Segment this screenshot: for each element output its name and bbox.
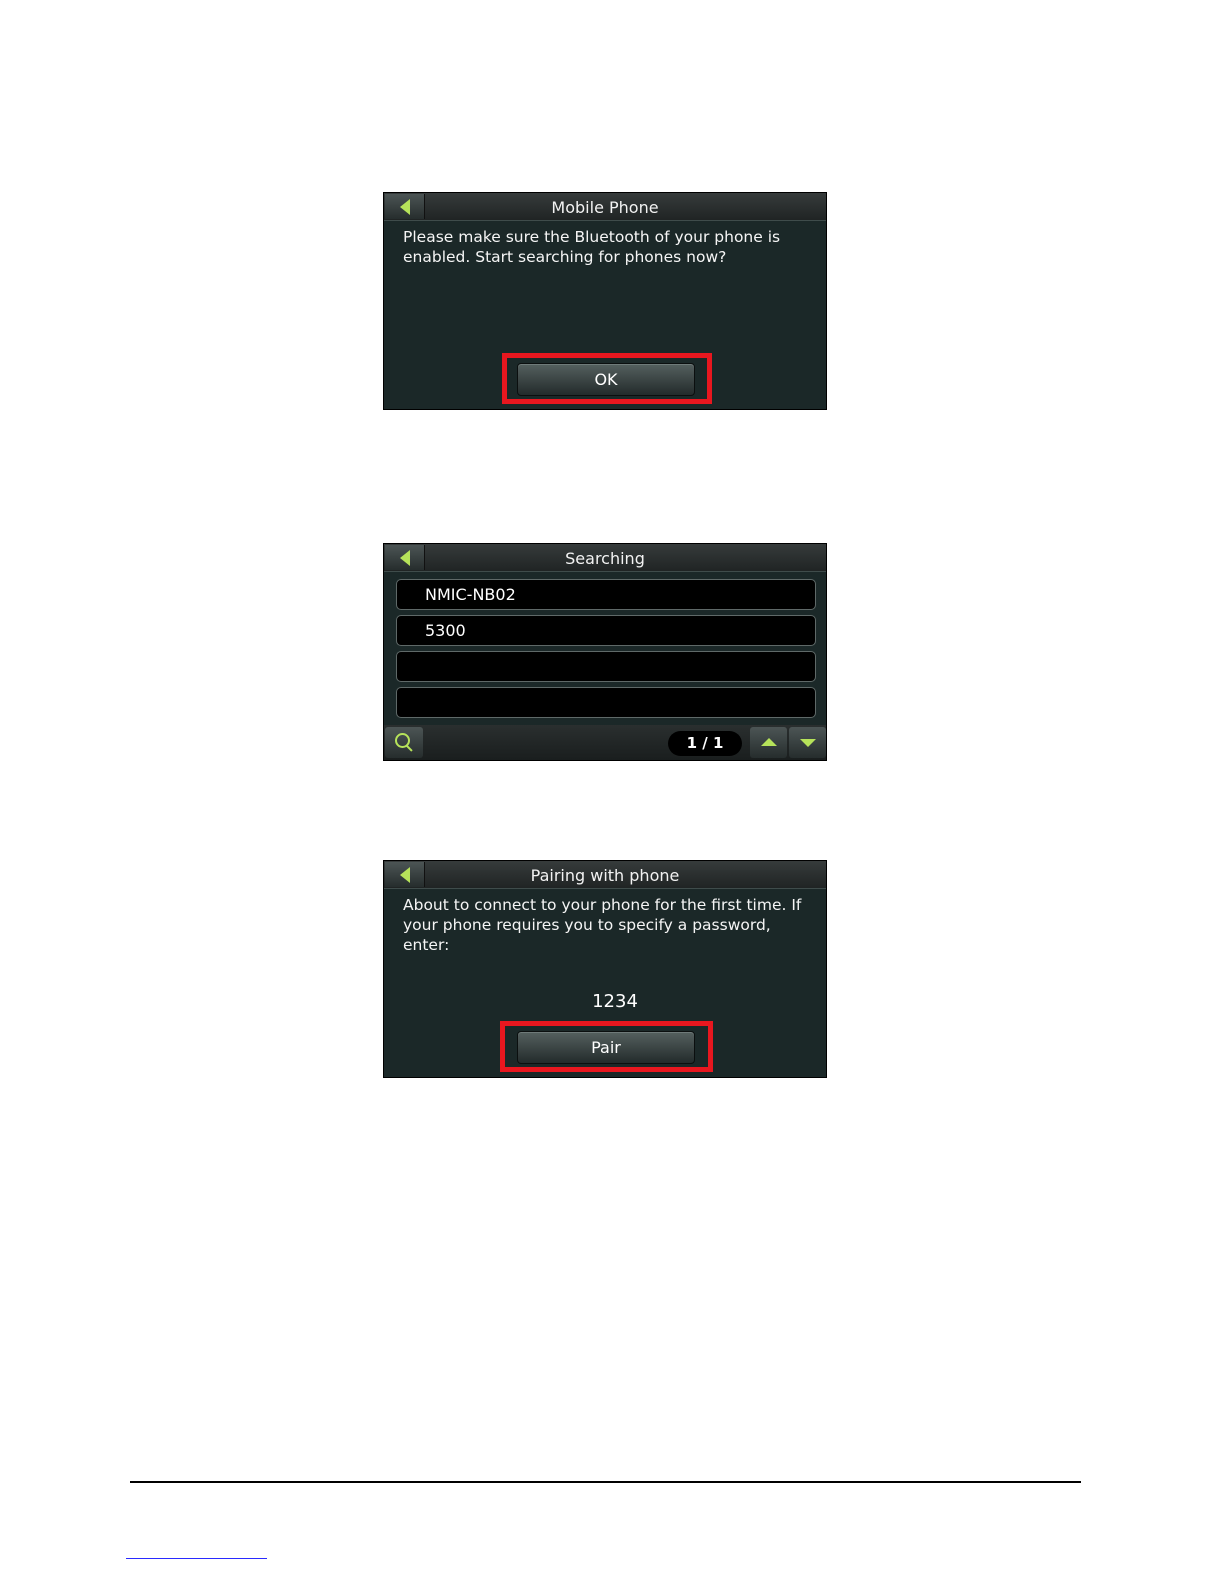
pair-highlight-box (500, 1021, 713, 1072)
page-indicator: 1 / 1 (668, 731, 742, 756)
title-bar: Mobile Phone (384, 193, 826, 221)
search-button[interactable] (385, 727, 423, 758)
dialog-title: Searching (565, 549, 645, 568)
dialog-message: Please make sure the Bluetooth of your p… (403, 228, 781, 266)
arrow-up-icon (761, 738, 777, 746)
scroll-down-button[interactable] (789, 727, 826, 758)
searching-dialog: Searching NMIC-NB02 5300 1 / 1 (383, 543, 827, 761)
bottom-toolbar: 1 / 1 (384, 725, 826, 760)
footer-link-underline[interactable] (126, 1558, 267, 1559)
arrow-down-icon (800, 739, 816, 747)
scroll-up-button[interactable] (750, 727, 787, 758)
dialog-title: Mobile Phone (551, 198, 659, 217)
title-bar: Searching (384, 544, 826, 572)
footer-rule (130, 1481, 1081, 1483)
device-list-item[interactable]: NMIC-NB02 (396, 579, 816, 610)
title-bar: Pairing with phone (384, 861, 826, 889)
pairing-code: 1234 (592, 991, 638, 1012)
dialog-title: Pairing with phone (530, 866, 680, 885)
dialog-message: About to connect to your phone for the f… (403, 896, 802, 954)
device-list-item[interactable] (396, 687, 816, 718)
search-icon-handle (406, 745, 413, 752)
ok-highlight-box (502, 353, 712, 404)
device-list-item[interactable] (396, 651, 816, 682)
device-list-item[interactable]: 5300 (396, 615, 816, 646)
